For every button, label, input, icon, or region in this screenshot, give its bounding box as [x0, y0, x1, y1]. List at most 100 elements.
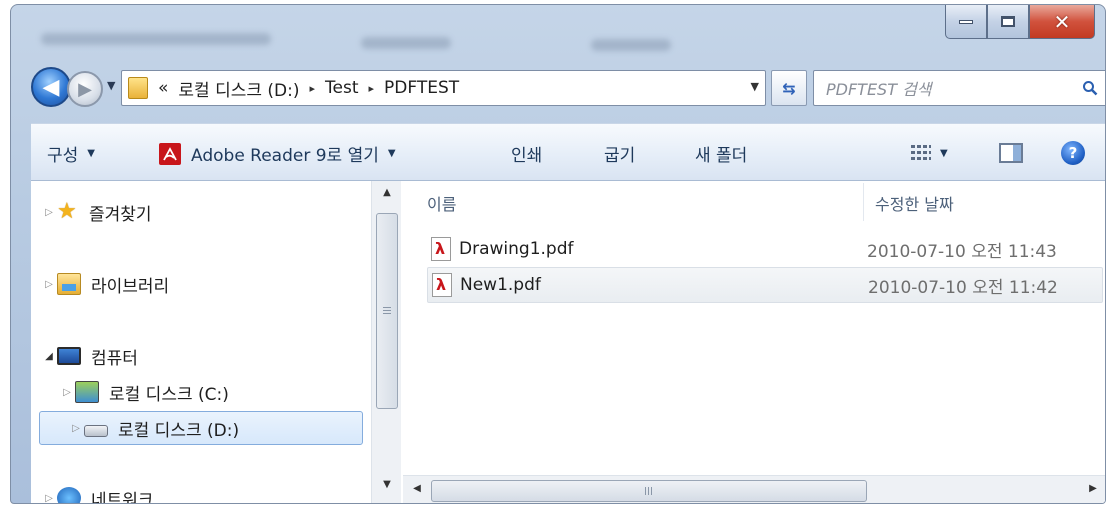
expand-arrow-icon[interactable]: ▷ — [68, 423, 84, 434]
organize-menu[interactable]: 구성 ▼ — [47, 141, 95, 166]
column-header-name[interactable]: 이름 — [427, 191, 456, 215]
print-button[interactable]: 인쇄 — [511, 141, 542, 166]
column-header-modified[interactable]: 수정한 날짜 — [875, 191, 954, 215]
blurred-text — [591, 39, 671, 51]
horizontal-scrollbar[interactable]: ◀ ▶ — [403, 475, 1105, 503]
search-icon[interactable] — [1082, 80, 1098, 96]
forward-button[interactable]: ▶ — [67, 71, 103, 107]
navigation-bar: ◀ ▶ ▼ « 로컬 디스크 (D:) ▸ Test ▸ PDFTEST ▼ ⇆… — [31, 67, 1105, 111]
address-bar[interactable]: « 로컬 디스크 (D:) ▸ Test ▸ PDFTEST ▼ — [121, 70, 766, 106]
navigation-pane: ▷ ★ 즐겨찾기 ▷ 라이브러리 ◢ 컴퓨터 ▷ 로컬 디스크 (C:) ▷ 로… — [31, 181, 371, 504]
title-bar: ✕ — [11, 5, 1105, 61]
column-divider[interactable] — [863, 183, 864, 221]
file-name: New1.pdf — [460, 275, 541, 295]
scroll-left-icon[interactable]: ◀ — [405, 483, 429, 494]
history-chevron[interactable]: « — [158, 78, 168, 98]
new-folder-button[interactable]: 새 폴더 — [695, 141, 747, 166]
back-arrow-icon: ◀ — [42, 74, 60, 100]
refresh-button[interactable]: ⇆ — [771, 70, 807, 106]
pdf-file-icon — [432, 273, 452, 297]
views-icon — [911, 145, 931, 161]
file-modified-date: 2010-07-10 오전 11:43 — [867, 241, 1057, 262]
file-list-pane: 이름 수정한 날짜 Drawing1.pdf 2010-07-10 오전 11:… — [403, 181, 1105, 503]
grip-icon — [383, 306, 391, 316]
nav-item-favorites[interactable]: ▷ ★ 즐겨찾기 — [31, 195, 361, 229]
nav-item-drive-d[interactable]: ▷ 로컬 디스크 (D:) — [39, 411, 363, 445]
nav-item-label: 로컬 디스크 (C:) — [109, 384, 229, 405]
nav-item-label: 즐겨찾기 — [89, 204, 152, 225]
close-button[interactable]: ✕ — [1029, 5, 1095, 39]
open-with-adobe-button[interactable]: Adobe Reader 9로 열기 ▼ — [159, 141, 396, 166]
breadcrumb-separator-icon[interactable]: ▸ — [369, 82, 375, 95]
preview-pane-icon — [999, 143, 1023, 163]
collapse-arrow-icon[interactable]: ◢ — [41, 351, 57, 362]
expand-arrow-icon[interactable]: ▷ — [41, 493, 57, 504]
forward-arrow-icon: ▶ — [78, 78, 92, 100]
burn-label: 굽기 — [604, 146, 636, 166]
close-icon: ✕ — [1053, 9, 1071, 34]
scrollbar-thumb[interactable] — [376, 213, 398, 409]
nav-item-computer[interactable]: ◢ 컴퓨터 — [31, 339, 361, 373]
scroll-right-icon[interactable]: ▶ — [1081, 483, 1105, 494]
file-row[interactable]: New1.pdf 2010-07-10 오전 11:42 — [427, 267, 1103, 303]
recent-pages-button[interactable]: ▼ — [107, 79, 115, 92]
pdf-file-icon — [431, 237, 451, 261]
scroll-down-icon[interactable]: ▼ — [372, 479, 402, 490]
preview-pane-button[interactable] — [999, 143, 1023, 163]
chevron-down-icon: ▼ — [940, 147, 948, 159]
burn-button[interactable]: 굽기 — [604, 141, 635, 166]
minimize-button[interactable] — [945, 5, 987, 39]
minimize-icon — [959, 19, 973, 24]
adobe-reader-icon — [159, 142, 181, 165]
organize-label: 구성 — [47, 146, 79, 166]
nav-item-label: 라이브러리 — [91, 276, 170, 297]
search-box[interactable]: PDFTEST 검색 — [813, 70, 1105, 106]
back-button[interactable]: ◀ — [31, 67, 71, 107]
new-folder-label: 새 폴더 — [695, 146, 748, 166]
change-view-button[interactable]: ▼ — [911, 145, 948, 161]
explorer-window: ✕ ◀ ▶ ▼ « 로컬 디스크 (D:) ▸ Test ▸ PDFTEST ▼… — [10, 4, 1106, 504]
breadcrumb-pdftest[interactable]: PDFTEST — [384, 78, 459, 98]
nav-item-label: 로컬 디스크 (D:) — [118, 420, 240, 441]
breadcrumb-separator-icon[interactable]: ▸ — [310, 82, 316, 95]
expand-arrow-icon[interactable]: ▷ — [59, 387, 75, 398]
star-icon: ★ — [57, 199, 77, 224]
open-with-label: Adobe Reader 9로 열기 — [191, 146, 379, 166]
blurred-text — [361, 37, 451, 49]
refresh-icon: ⇆ — [782, 78, 796, 98]
nav-item-libraries[interactable]: ▷ 라이브러리 — [31, 267, 361, 301]
caption-buttons: ✕ — [945, 5, 1095, 39]
print-label: 인쇄 — [511, 146, 543, 166]
breadcrumb-drive[interactable]: 로컬 디스크 (D:) — [178, 76, 299, 101]
grip-icon — [644, 487, 654, 495]
chevron-down-icon: ▼ — [387, 148, 396, 159]
search-placeholder: PDFTEST 검색 — [826, 80, 932, 99]
blurred-title — [41, 33, 271, 45]
expand-arrow-icon[interactable]: ▷ — [41, 207, 57, 218]
file-row[interactable]: Drawing1.pdf 2010-07-10 오전 11:43 — [427, 231, 1103, 267]
nav-item-network[interactable]: ▷ 네트워크 — [31, 481, 361, 504]
breadcrumb-test[interactable]: Test — [325, 78, 358, 98]
file-modified-date: 2010-07-10 오전 11:42 — [868, 277, 1058, 298]
drive-icon — [75, 381, 99, 403]
computer-icon — [57, 347, 81, 365]
chevron-down-icon: ▼ — [87, 148, 95, 159]
network-icon — [57, 487, 81, 503]
library-icon — [57, 273, 81, 295]
drive-icon — [84, 425, 108, 437]
nav-item-label: 컴퓨터 — [91, 348, 138, 369]
scroll-up-icon[interactable]: ▲ — [372, 187, 402, 198]
maximize-button[interactable] — [987, 5, 1029, 39]
nav-pane-scrollbar[interactable]: ▲ ▼ — [371, 181, 402, 503]
scrollbar-thumb[interactable] — [431, 480, 867, 502]
expand-arrow-icon[interactable]: ▷ — [41, 279, 57, 290]
help-icon: ? — [1061, 141, 1085, 165]
nav-item-drive-c[interactable]: ▷ 로컬 디스크 (C:) — [31, 375, 361, 409]
folder-icon — [128, 77, 148, 99]
maximize-icon — [1001, 16, 1015, 27]
file-name: Drawing1.pdf — [459, 239, 574, 259]
address-dropdown-icon[interactable]: ▼ — [751, 80, 759, 93]
help-button[interactable]: ? — [1061, 141, 1085, 165]
command-bar: 구성 ▼ Adobe Reader 9로 열기 ▼ 인쇄 굽기 새 폴더 ▼ ? — [31, 123, 1105, 181]
content-area: ▷ ★ 즐겨찾기 ▷ 라이브러리 ◢ 컴퓨터 ▷ 로컬 디스크 (C:) ▷ 로… — [31, 181, 1105, 504]
